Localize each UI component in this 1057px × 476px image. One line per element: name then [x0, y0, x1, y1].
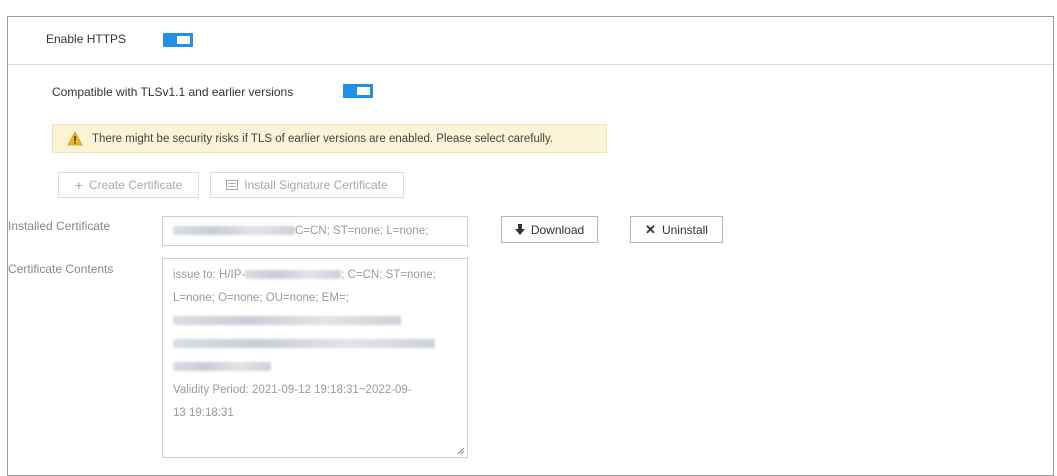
- certificate-icon: [226, 180, 239, 190]
- toggle-knob: [357, 87, 370, 95]
- validity-line2: 13 19:18:31: [173, 407, 234, 419]
- uninstall-label: Uninstall: [661, 222, 708, 237]
- warning-icon: [67, 131, 83, 146]
- installed-certificate-value: C=CN; ST=none; L=none;: [295, 225, 429, 237]
- tls-compat-toggle[interactable]: [343, 84, 373, 98]
- redacted-value: [173, 316, 401, 326]
- contents-line1-suffix: ; C=CN; ST=none;: [341, 269, 436, 281]
- certificate-contents-label: Certificate Contents: [8, 262, 114, 276]
- install-signature-certificate-button[interactable]: Install Signature Certificate: [210, 172, 404, 198]
- enable-https-label: Enable HTTPS: [46, 32, 127, 46]
- contents-line2: L=none; O=none; OU=none; EM=;: [173, 292, 349, 304]
- resize-handle-icon[interactable]: [457, 447, 465, 455]
- create-certificate-button[interactable]: + Create Certificate: [58, 172, 199, 198]
- redacted-value: [245, 270, 342, 280]
- certificate-contents-textarea[interactable]: issue to: H/IP- ; C=CN; ST=none; L=none; …: [162, 258, 468, 458]
- installed-certificate-label: Installed Certificate: [8, 219, 111, 233]
- redacted-value: [173, 362, 271, 372]
- contents-line1-prefix: issue to: H/IP-: [173, 269, 246, 281]
- download-label: Download: [530, 222, 585, 237]
- install-signature-label: Install Signature Certificate: [244, 178, 388, 192]
- download-button[interactable]: Download: [501, 216, 598, 243]
- tls-compat-label: Compatible with TLSv1.1 and earlier vers…: [52, 85, 294, 99]
- create-certificate-label: Create Certificate: [88, 178, 183, 192]
- redacted-value: [173, 339, 435, 349]
- enable-https-toggle[interactable]: [163, 33, 193, 47]
- close-icon: ✕: [645, 221, 656, 237]
- toggle-knob: [177, 36, 190, 44]
- enable-https-row: Enable HTTPS: [8, 17, 1053, 65]
- warning-text: There might be security risks if TLS of …: [92, 133, 554, 145]
- plus-icon: +: [74, 177, 83, 193]
- uninstall-button[interactable]: ✕ Uninstall: [630, 216, 723, 243]
- installed-certificate-field[interactable]: C=CN; ST=none; L=none;: [162, 216, 468, 246]
- redacted-value: [173, 226, 295, 236]
- validity-line1: Validity Period: 2021-09-12 19:18:31~202…: [173, 384, 412, 396]
- security-warning-banner: There might be security risks if TLS of …: [52, 124, 607, 153]
- download-icon: [514, 223, 525, 235]
